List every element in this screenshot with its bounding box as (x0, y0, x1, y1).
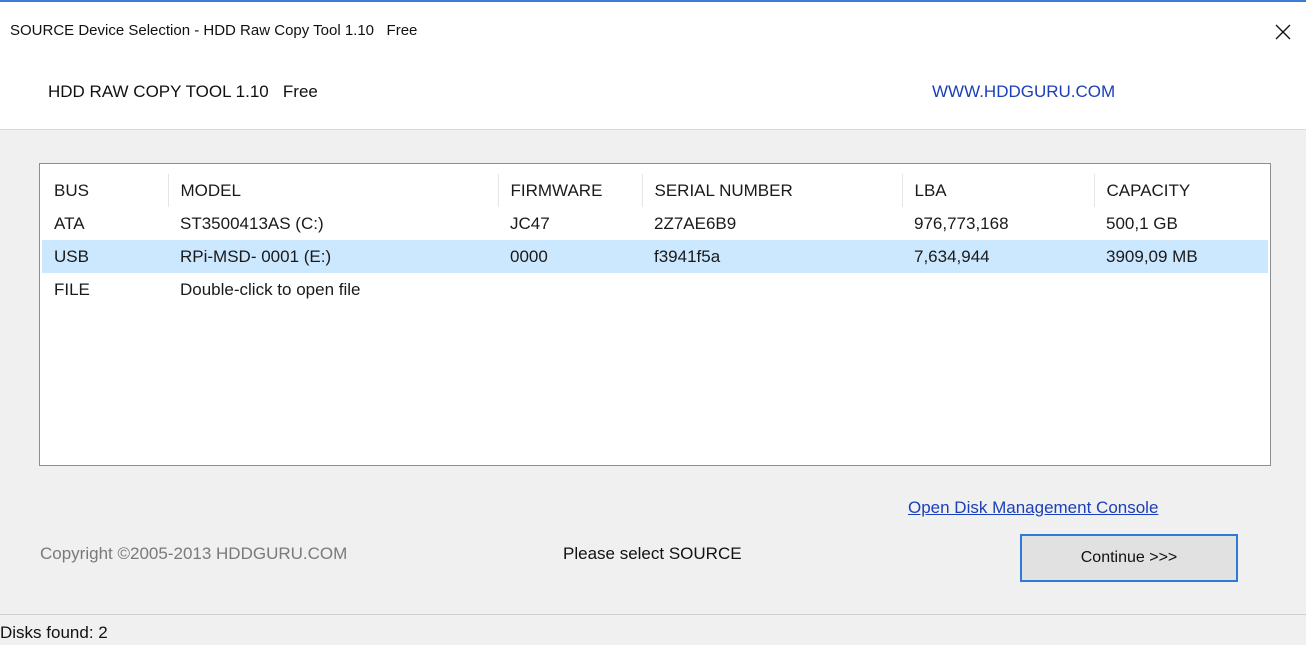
table-row-open-file[interactable]: FILE Double-click to open file (42, 273, 1268, 306)
column-header-lba[interactable]: LBA (902, 174, 1095, 207)
device-table: BUS MODEL FIRMWARE SERIAL NUMBER LBA CAP… (42, 174, 1268, 306)
website-link[interactable]: WWW.HDDGURU.COM (932, 82, 1115, 102)
cell-bus: ATA (54, 213, 85, 233)
cell-capacity: 500,1 GB (1106, 213, 1178, 233)
cell-capacity: 3909,09 MB (1094, 240, 1268, 273)
window-title: SOURCE Device Selection - HDD Raw Copy T… (10, 22, 418, 39)
column-header-model[interactable]: MODEL (168, 174, 499, 207)
cell-serial (642, 273, 902, 306)
cell-lba: 976,773,168 (914, 213, 1009, 233)
cell-serial: f3941f5a (642, 240, 902, 273)
table-header-row: BUS MODEL FIRMWARE SERIAL NUMBER LBA CAP… (42, 174, 1268, 207)
cell-capacity (1094, 273, 1268, 306)
cell-model: RPi-MSD- 0001 (E:) (168, 240, 498, 273)
column-header-bus[interactable]: BUS (42, 174, 169, 207)
cell-model: ST3500413AS (C:) (180, 213, 324, 233)
cell-firmware (498, 273, 642, 306)
disks-found-text: Disks found: 2 (0, 623, 108, 642)
table-row[interactable]: ATA ST3500413AS (C:) JC47 2Z7AE6B9 976,7… (42, 207, 1268, 240)
status-bar: Disks found: 2 (0, 614, 1306, 645)
continue-button[interactable]: Continue >>> (1020, 534, 1238, 582)
cell-firmware: JC47 (510, 213, 550, 233)
cell-serial: 2Z7AE6B9 (654, 213, 737, 233)
table-row-selected[interactable]: USB RPi-MSD- 0001 (E:) 0000 f3941f5a 7,6… (42, 240, 1268, 273)
column-header-serial-number[interactable]: SERIAL NUMBER (642, 174, 903, 207)
copyright-text: Copyright ©2005-2013 HDDGURU.COM (40, 544, 348, 563)
column-header-capacity[interactable]: CAPACITY (1094, 174, 1268, 207)
column-header-firmware[interactable]: FIRMWARE (498, 174, 643, 207)
header-band: HDD RAW COPY TOOL 1.10 Free WWW.HDDGURU.… (0, 60, 1306, 130)
app-name: HDD RAW COPY TOOL 1.10 Free (48, 82, 318, 101)
status-message: Please select SOURCE (563, 544, 742, 563)
disk-management-link[interactable]: Open Disk Management Console (908, 498, 1158, 518)
cell-lba (902, 273, 1094, 306)
close-icon (1275, 24, 1291, 40)
dialog-window: SOURCE Device Selection - HDD Raw Copy T… (0, 0, 1306, 645)
cell-lba: 7,634,944 (902, 240, 1094, 273)
title-bar[interactable]: SOURCE Device Selection - HDD Raw Copy T… (0, 2, 1306, 62)
cell-firmware: 0000 (498, 240, 642, 273)
device-list[interactable]: BUS MODEL FIRMWARE SERIAL NUMBER LBA CAP… (39, 163, 1271, 466)
close-button[interactable] (1260, 12, 1306, 52)
cell-bus: USB (42, 240, 168, 273)
cell-bus: FILE (54, 279, 90, 299)
cell-model: Double-click to open file (180, 279, 361, 299)
